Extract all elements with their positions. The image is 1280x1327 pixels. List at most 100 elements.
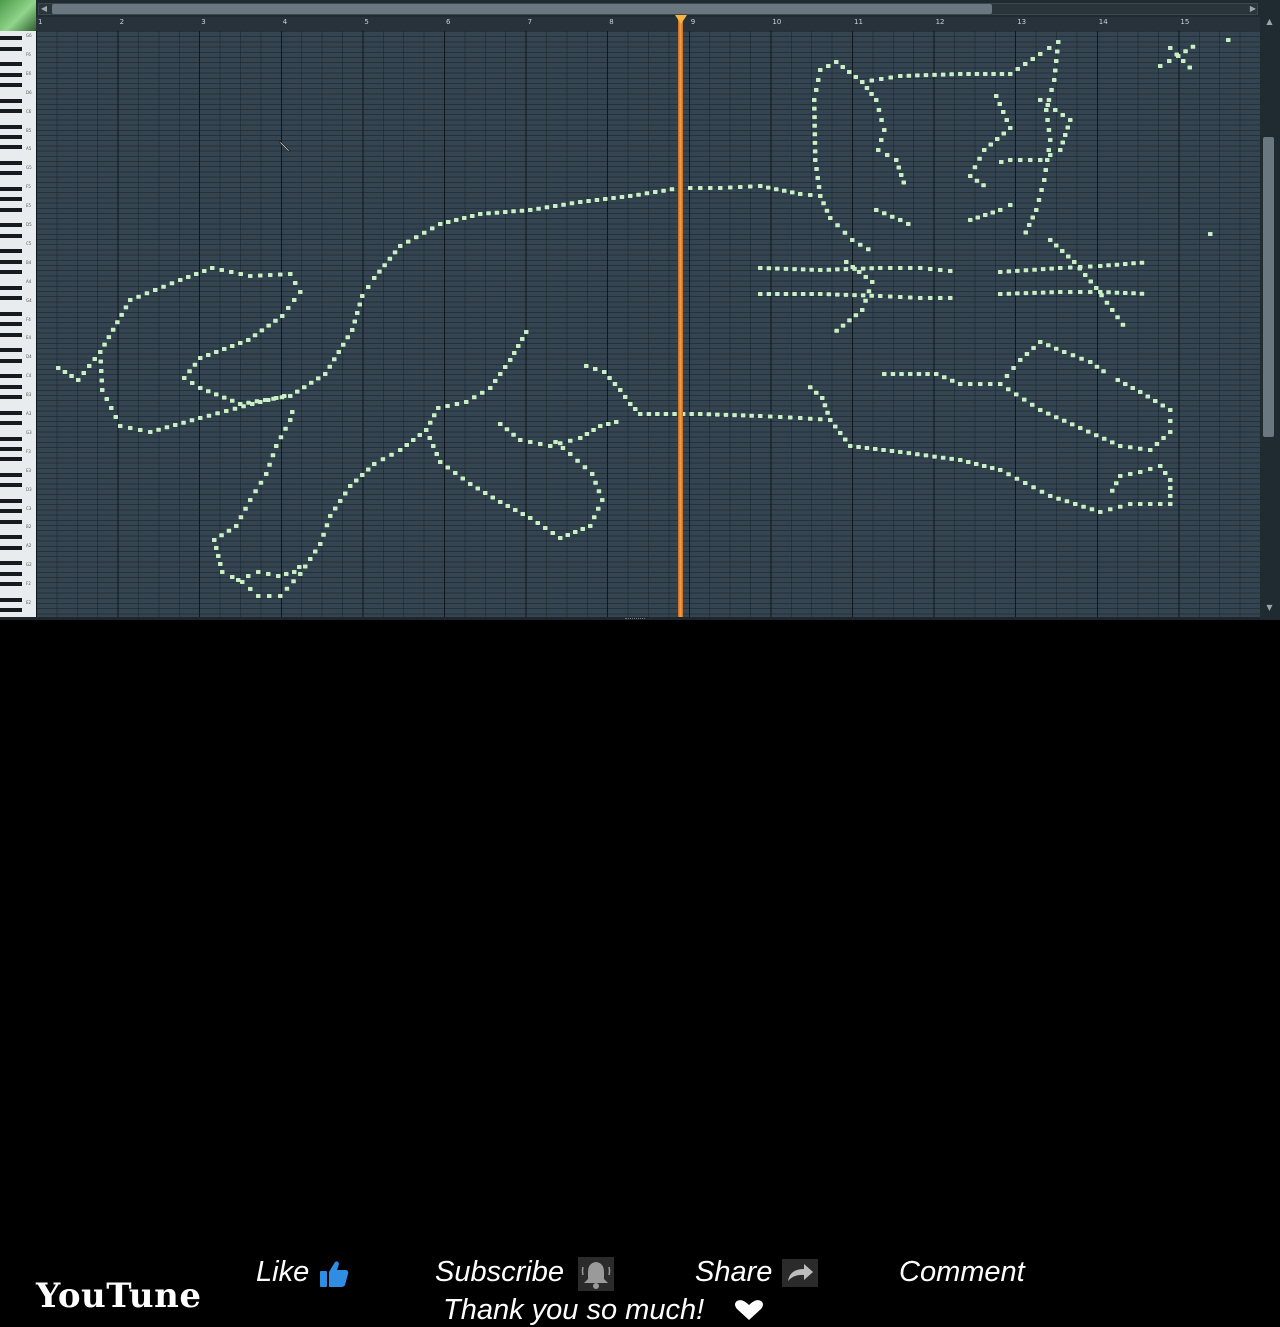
note[interactable] xyxy=(486,211,491,216)
note[interactable] xyxy=(1115,378,1121,382)
note[interactable] xyxy=(618,388,623,392)
note[interactable] xyxy=(298,572,303,576)
note[interactable] xyxy=(800,292,806,296)
note[interactable] xyxy=(1046,128,1052,132)
black-key[interactable] xyxy=(0,171,22,176)
note[interactable] xyxy=(1038,340,1043,344)
note[interactable] xyxy=(1168,46,1173,50)
note[interactable] xyxy=(715,412,720,417)
note[interactable] xyxy=(324,523,330,528)
note[interactable] xyxy=(1110,308,1115,312)
note[interactable] xyxy=(1158,64,1163,68)
note[interactable] xyxy=(706,412,712,417)
note[interactable] xyxy=(288,272,293,276)
note[interactable] xyxy=(593,480,598,485)
note[interactable] xyxy=(366,285,371,289)
note[interactable] xyxy=(278,435,284,440)
piano-keyboard[interactable]: G6 F6 E6 D6 C6 B5 A5 G5 F5 E5 D5 C5 B4 A4 G4 F4 E4 D4 C4 B3… xyxy=(0,31,36,617)
note[interactable] xyxy=(222,347,227,351)
note[interactable] xyxy=(232,406,238,411)
note[interactable] xyxy=(414,235,419,240)
note[interactable] xyxy=(889,449,895,453)
note[interactable] xyxy=(248,274,253,278)
note[interactable] xyxy=(1148,467,1153,471)
note[interactable] xyxy=(264,472,269,476)
note[interactable] xyxy=(528,208,533,212)
black-key[interactable] xyxy=(0,285,22,290)
note[interactable] xyxy=(569,201,575,206)
note[interactable] xyxy=(290,410,295,414)
black-key[interactable] xyxy=(0,597,22,602)
note[interactable] xyxy=(876,108,882,112)
note[interactable] xyxy=(812,132,818,137)
note[interactable] xyxy=(76,378,81,382)
share-label[interactable]: Share xyxy=(695,1256,772,1289)
note[interactable] xyxy=(1006,291,1012,296)
note[interactable] xyxy=(728,185,733,190)
note[interactable] xyxy=(372,276,377,280)
note[interactable] xyxy=(1226,38,1231,42)
note[interactable] xyxy=(102,342,107,347)
note[interactable] xyxy=(318,542,323,546)
note[interactable] xyxy=(1123,382,1128,386)
note[interactable] xyxy=(966,72,971,76)
note[interactable] xyxy=(899,372,904,376)
note[interactable] xyxy=(998,270,1003,274)
note[interactable] xyxy=(1027,223,1032,227)
note[interactable] xyxy=(792,267,797,272)
note[interactable] xyxy=(498,500,503,504)
note[interactable] xyxy=(1088,290,1093,294)
note[interactable] xyxy=(852,293,857,298)
note[interactable] xyxy=(1040,267,1046,272)
note[interactable] xyxy=(999,160,1004,164)
note[interactable] xyxy=(1153,399,1158,403)
note[interactable] xyxy=(302,385,307,390)
note[interactable] xyxy=(355,311,360,315)
note[interactable] xyxy=(1023,268,1029,273)
note[interactable] xyxy=(110,327,116,332)
note[interactable] xyxy=(1060,249,1065,253)
note[interactable] xyxy=(813,158,818,162)
note[interactable] xyxy=(869,266,874,271)
note[interactable] xyxy=(1128,472,1133,476)
note[interactable] xyxy=(1038,52,1043,56)
note[interactable] xyxy=(1042,178,1047,182)
note[interactable] xyxy=(434,452,440,456)
note[interactable] xyxy=(1110,488,1115,493)
note[interactable] xyxy=(1168,494,1173,498)
note[interactable] xyxy=(834,60,839,64)
note[interactable] xyxy=(879,138,884,142)
note[interactable] xyxy=(826,292,832,297)
note[interactable] xyxy=(286,306,291,310)
note[interactable] xyxy=(256,594,261,598)
note[interactable] xyxy=(766,266,772,271)
note[interactable] xyxy=(998,382,1003,386)
note[interactable] xyxy=(843,292,849,297)
note[interactable] xyxy=(411,438,416,442)
note[interactable] xyxy=(592,515,597,520)
note[interactable] xyxy=(949,456,954,461)
note[interactable] xyxy=(1148,502,1153,506)
note[interactable] xyxy=(1128,502,1133,506)
note[interactable] xyxy=(550,531,556,535)
note[interactable] xyxy=(898,266,903,270)
note[interactable] xyxy=(814,88,819,92)
note[interactable] xyxy=(932,454,937,459)
note[interactable] xyxy=(792,292,797,296)
note[interactable] xyxy=(343,491,348,496)
black-key[interactable] xyxy=(0,332,22,337)
note[interactable] xyxy=(1054,59,1059,63)
note[interactable] xyxy=(1028,158,1033,162)
note[interactable] xyxy=(1063,133,1068,137)
note[interactable] xyxy=(1208,232,1213,236)
note[interactable] xyxy=(1158,502,1163,506)
note[interactable] xyxy=(591,428,596,432)
note[interactable] xyxy=(1022,397,1027,402)
note[interactable] xyxy=(809,267,814,272)
note[interactable] xyxy=(1110,440,1115,445)
black-key[interactable] xyxy=(0,571,22,576)
note[interactable] xyxy=(460,476,466,481)
corner-tool-icon[interactable] xyxy=(0,0,36,31)
note[interactable] xyxy=(377,269,382,274)
note[interactable] xyxy=(766,185,771,190)
